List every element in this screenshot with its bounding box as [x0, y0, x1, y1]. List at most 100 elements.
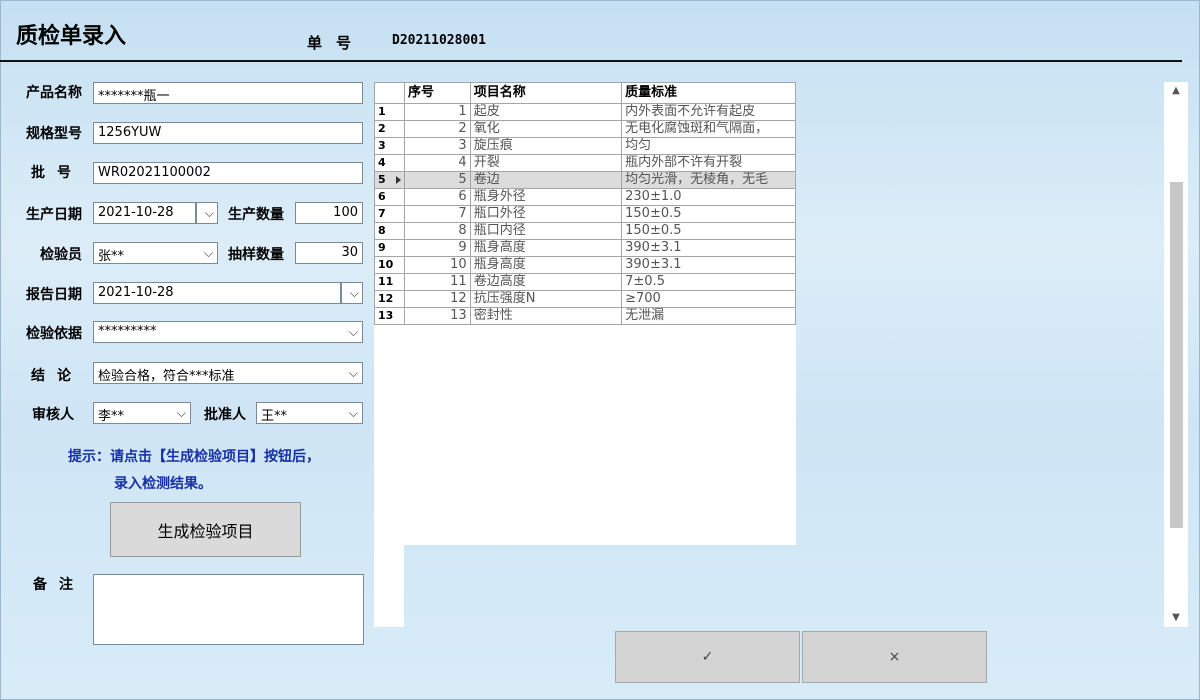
row-index-cell[interactable]: 10 [374, 256, 405, 274]
vertical-scrollbar[interactable]: ▲ ▼ [1164, 82, 1188, 627]
row-index-cell[interactable]: 2 [374, 120, 405, 138]
chevron-down-icon: ⌵ [348, 406, 358, 420]
table-row[interactable]: 2 2 氧化 无电化腐蚀斑和气隔面， [374, 120, 796, 138]
prod-date-input[interactable]: 2021-10-28 [93, 202, 196, 224]
standard-cell[interactable]: 无泄漏 [621, 307, 796, 325]
standard-cell[interactable]: 均匀 [621, 137, 796, 155]
standard-cell[interactable]: 7±0.5 [621, 273, 796, 291]
item-name-cell[interactable]: 卷边 [469, 171, 623, 189]
item-name-cell[interactable]: 瓶身外径 [469, 188, 623, 206]
scrollbar-thumb[interactable] [1170, 182, 1183, 528]
inspector-select[interactable]: 张** ⌵ [93, 242, 218, 264]
seq-cell[interactable]: 4 [403, 154, 471, 172]
table-row[interactable]: 1 1 起皮 内外表面不允许有起皮 [374, 103, 796, 121]
reviewer-select[interactable]: 李** ⌵ [93, 402, 191, 424]
table-row[interactable]: 13 13 密封性 无泄漏 [374, 307, 796, 325]
seq-cell[interactable]: 11 [403, 273, 471, 291]
confirm-button[interactable]: ✓ [615, 631, 800, 683]
item-name-cell[interactable]: 卷边高度 [469, 273, 623, 291]
item-name-cell[interactable]: 抗压强度N [469, 290, 623, 308]
inspection-items-grid[interactable]: 序号 项目名称 质量标准 1 1 起皮 内外表面不允许有起皮 2 2 氧化 无电化腐蚀斑和气隔… [374, 82, 796, 545]
prod-qty-label: 生产数量 [228, 207, 284, 223]
standard-cell[interactable]: 230±1.0 [621, 188, 796, 206]
spec-input[interactable]: 1256YUW [93, 122, 363, 144]
seq-cell[interactable]: 12 [403, 290, 471, 308]
table-row[interactable]: 10 10 瓶身高度 390±3.1 [374, 256, 796, 274]
standard-cell[interactable]: 无电化腐蚀斑和气隔面， [621, 120, 796, 138]
row-index-cell[interactable]: 6 [374, 188, 405, 206]
scroll-up-icon[interactable]: ▲ [1164, 82, 1188, 100]
seq-cell[interactable]: 7 [403, 205, 471, 223]
row-index-cell[interactable]: 9 [374, 239, 405, 257]
seq-cell[interactable]: 6 [403, 188, 471, 206]
inspector-value: 张** [98, 249, 125, 264]
table-row[interactable]: 12 12 抗压强度N ≥700 [374, 290, 796, 308]
item-name-cell[interactable]: 旋压痕 [469, 137, 623, 155]
item-name-cell[interactable]: 瓶身高度 [469, 256, 623, 274]
item-name-cell[interactable]: 开裂 [469, 154, 623, 172]
prod-qty-input[interactable]: 100 [295, 202, 363, 224]
row-index-cell[interactable]: 8 [374, 222, 405, 240]
conclusion-select[interactable]: 检验合格，符合***标准 ⌵ [93, 362, 363, 384]
seq-cell[interactable]: 10 [403, 256, 471, 274]
approver-select[interactable]: 王** ⌵ [256, 402, 363, 424]
chevron-down-icon: ⌵ [348, 325, 358, 339]
standard-cell[interactable]: ≥700 [621, 290, 796, 308]
row-index-cell[interactable]: 4 [374, 154, 405, 172]
seq-cell[interactable]: 9 [403, 239, 471, 257]
table-row[interactable]: 3 3 旋压痕 均匀 [374, 137, 796, 155]
item-name-cell[interactable]: 氧化 [469, 120, 623, 138]
basis-select[interactable]: ********* ⌵ [93, 321, 363, 343]
table-row[interactable]: 7 7 瓶口外径 150±0.5 [374, 205, 796, 223]
item-name-cell[interactable]: 瓶口内径 [469, 222, 623, 240]
cancel-button[interactable]: × [802, 631, 987, 683]
table-row[interactable]: 9 9 瓶身高度 390±3.1 [374, 239, 796, 257]
seq-cell[interactable]: 13 [403, 307, 471, 325]
seq-cell[interactable]: 8 [403, 222, 471, 240]
title-divider [0, 60, 1182, 62]
standard-cell[interactable]: 390±3.1 [621, 239, 796, 257]
row-index-cell[interactable]: 7 [374, 205, 405, 223]
item-name-cell[interactable]: 密封性 [469, 307, 623, 325]
item-name-cell[interactable]: 瓶口外径 [469, 205, 623, 223]
row-index-cell[interactable]: 12 [374, 290, 405, 308]
standard-cell[interactable]: 瓶内外部不许有开裂 [621, 154, 796, 172]
standard-cell[interactable]: 150±0.5 [621, 205, 796, 223]
seq-cell[interactable]: 3 [403, 137, 471, 155]
row-index-cell[interactable]: 11 [374, 273, 405, 291]
item-name-cell[interactable]: 起皮 [469, 103, 623, 121]
product-name-input[interactable]: *******瓶一 [93, 82, 363, 104]
report-date-label: 报告日期 [26, 287, 82, 303]
spec-label: 规格型号 [26, 126, 82, 142]
scroll-down-icon[interactable]: ▼ [1164, 609, 1188, 627]
conclusion-value: 检验合格，符合***标准 [98, 369, 235, 384]
seq-cell[interactable]: 5 [403, 171, 471, 189]
hint-line-2: 录入检测结果。 [114, 476, 212, 492]
standard-cell[interactable]: 390±3.1 [621, 256, 796, 274]
grid-header-standard[interactable]: 质量标准 [621, 82, 796, 104]
item-name-cell[interactable]: 瓶身高度 [469, 239, 623, 257]
generate-items-button[interactable]: 生成检验项目 [110, 502, 301, 557]
grid-header-name[interactable]: 项目名称 [469, 82, 623, 104]
standard-cell[interactable]: 均匀光滑，无棱角，无毛 [621, 171, 796, 189]
sample-qty-input[interactable]: 30 [295, 242, 363, 264]
table-row[interactable]: 6 6 瓶身外径 230±1.0 [374, 188, 796, 206]
row-index-cell[interactable]: 13 [374, 307, 405, 325]
standard-cell[interactable]: 内外表面不允许有起皮 [621, 103, 796, 121]
table-row[interactable]: 4 4 开裂 瓶内外部不许有开裂 [374, 154, 796, 172]
report-date-input[interactable]: 2021-10-28 [93, 282, 341, 304]
seq-cell[interactable]: 2 [403, 120, 471, 138]
grid-header-seq[interactable]: 序号 [403, 82, 471, 104]
report-date-picker-button[interactable]: ⌵ [341, 282, 363, 304]
row-index-cell[interactable]: 5 [374, 171, 405, 189]
seq-cell[interactable]: 1 [403, 103, 471, 121]
row-index-cell[interactable]: 3 [374, 137, 405, 155]
batch-input[interactable]: WR02021100002 [93, 162, 363, 184]
prod-date-picker-button[interactable]: ⌵ [196, 202, 218, 224]
remark-textarea[interactable] [93, 574, 364, 645]
standard-cell[interactable]: 150±0.5 [621, 222, 796, 240]
table-row[interactable]: 8 8 瓶口内径 150±0.5 [374, 222, 796, 240]
table-row[interactable]: 5 5 卷边 均匀光滑，无棱角，无毛 [374, 171, 796, 189]
row-index-cell[interactable]: 1 [374, 103, 405, 121]
table-row[interactable]: 11 11 卷边高度 7±0.5 [374, 273, 796, 291]
